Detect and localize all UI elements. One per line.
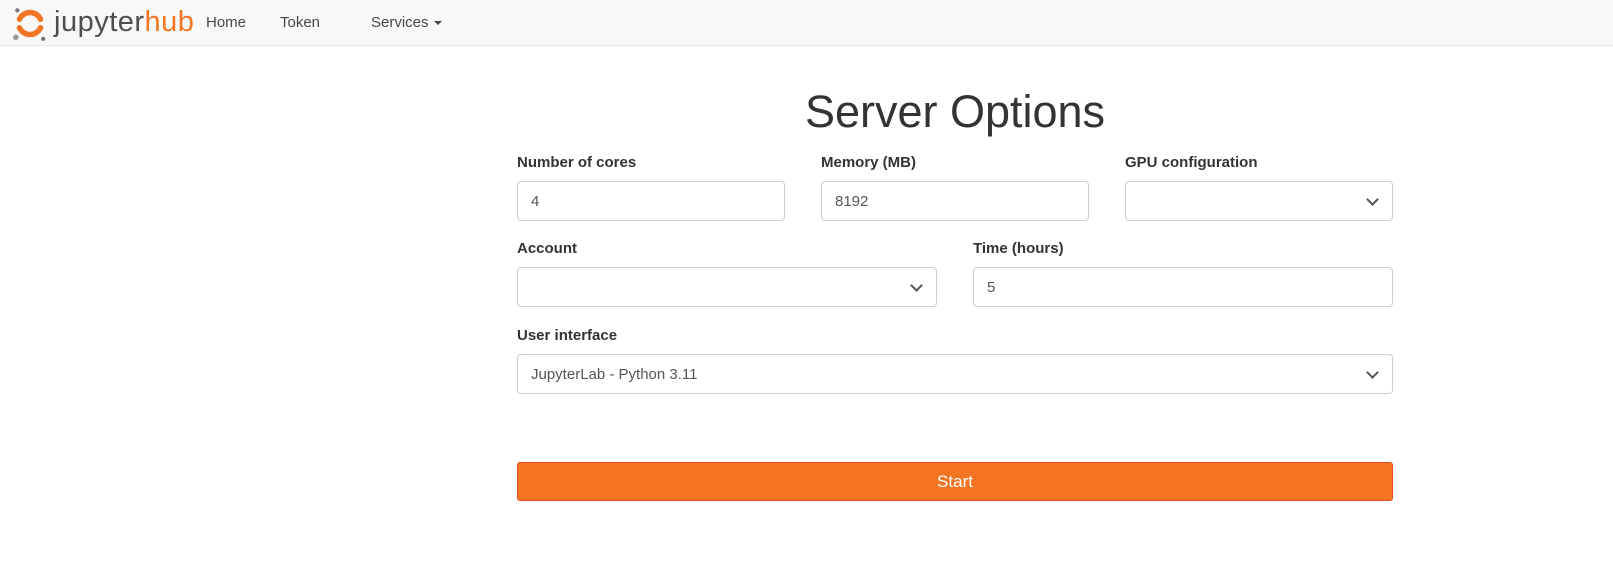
page-title: Server Options bbox=[804, 86, 1106, 137]
gpu-configuration-label: GPU configuration bbox=[1125, 154, 1258, 171]
time-hours-input[interactable] bbox=[973, 267, 1393, 307]
brand-text-jupyter: jupyter bbox=[54, 6, 145, 38]
number-of-cores-label: Number of cores bbox=[517, 154, 637, 171]
gpu-configuration-select[interactable] bbox=[1125, 181, 1393, 221]
nav-item-token[interactable]: Token bbox=[280, 0, 320, 45]
user-interface-value: JupyterLab - Python 3.11 bbox=[531, 365, 698, 383]
time-hours-label: Time (hours) bbox=[973, 240, 1064, 257]
account-select[interactable] bbox=[517, 267, 937, 307]
nav-item-home[interactable]: Home bbox=[206, 0, 246, 45]
account-label: Account bbox=[517, 240, 577, 257]
brand-text-hub: hub bbox=[144, 6, 195, 38]
jupyter-logo-icon bbox=[12, 4, 54, 42]
chevron-down-icon bbox=[1366, 193, 1379, 206]
nav-item-services-label: Services bbox=[371, 14, 429, 31]
number-of-cores-input[interactable] bbox=[517, 181, 785, 221]
navbar: jupyterhub Home Token Services bbox=[0, 0, 1613, 46]
jupyterhub-logo[interactable]: jupyterhub bbox=[12, 0, 194, 45]
user-interface-select[interactable]: JupyterLab - Python 3.11 bbox=[517, 354, 1393, 394]
caret-down-icon bbox=[433, 20, 442, 25]
nav-item-services[interactable]: Services bbox=[371, 0, 442, 45]
memory-label: Memory (MB) bbox=[821, 154, 917, 171]
user-interface-label: User interface bbox=[517, 327, 618, 344]
memory-input[interactable] bbox=[821, 181, 1089, 221]
start-button[interactable]: Start bbox=[517, 462, 1393, 501]
chevron-down-icon bbox=[910, 279, 923, 292]
